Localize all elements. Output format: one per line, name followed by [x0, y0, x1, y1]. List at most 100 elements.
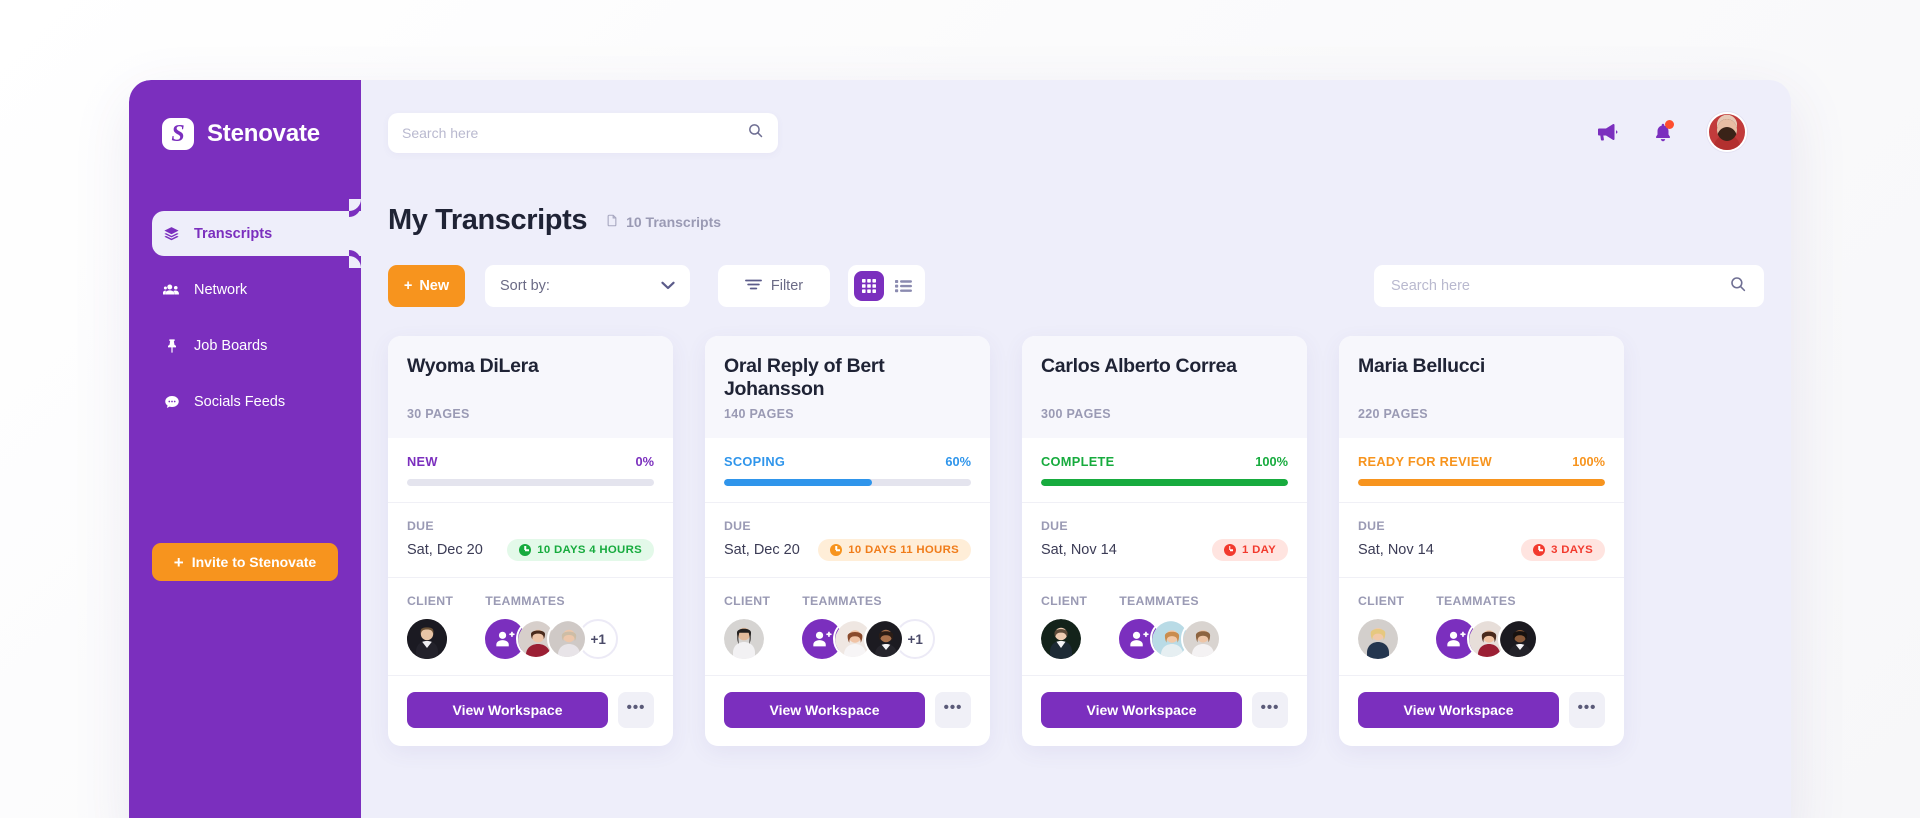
teammates-group: TEAMMATES: [1436, 594, 1539, 659]
card-header: Maria Bellucci 220 PAGES: [1339, 336, 1624, 438]
new-button[interactable]: + New: [388, 265, 465, 307]
plus-icon: +: [173, 552, 184, 572]
transcript-card[interactable]: Carlos Alberto Correa 300 PAGES COMPLETE…: [1022, 336, 1307, 747]
card-status-section: NEW 0%: [388, 438, 673, 503]
card-due-section: DUE Sat, Nov 14 1 DAY: [1022, 503, 1307, 578]
progress-bar-track: [1041, 479, 1288, 486]
teammates-label: TEAMMATES: [485, 594, 565, 608]
status-label: COMPLETE: [1041, 454, 1115, 469]
client-avatar[interactable]: [1041, 619, 1081, 659]
card-pages: 220 PAGES: [1358, 407, 1428, 421]
page-title: My Transcripts: [388, 204, 588, 236]
teammate-avatars: [1436, 619, 1539, 659]
status-label: NEW: [407, 454, 438, 469]
client-label: CLIENT: [724, 594, 771, 609]
search-icon: [1729, 275, 1747, 298]
top-bar-icons: [1595, 112, 1747, 152]
transcript-count: 10 Transcripts: [605, 212, 721, 232]
teammate-avatar[interactable]: [1181, 619, 1222, 659]
card-title: Maria Bellucci: [1358, 355, 1485, 377]
sidebar-nav: Transcripts Network Job Boards Socials F…: [129, 199, 361, 424]
due-label: DUE: [1041, 519, 1068, 533]
user-avatar[interactable]: [1707, 112, 1747, 152]
list-view-button[interactable]: [888, 271, 918, 301]
grid-view-button[interactable]: [854, 271, 884, 301]
global-search-input[interactable]: [402, 125, 747, 141]
view-workspace-button[interactable]: View Workspace: [1358, 692, 1559, 728]
more-options-button[interactable]: •••: [1569, 692, 1605, 728]
countdown-label: 1 DAY: [1241, 544, 1276, 556]
status-percent: 100%: [1255, 454, 1288, 469]
client-avatar[interactable]: [724, 619, 764, 660]
card-footer: View Workspace •••: [1022, 676, 1307, 746]
invite-to-stenovate-button[interactable]: + Invite to Stenovate: [152, 543, 338, 581]
card-people-section: CLIENT TEAMMATES: [1022, 578, 1307, 676]
more-options-button[interactable]: •••: [935, 692, 971, 729]
invite-label: Invite to Stenovate: [191, 554, 317, 570]
teammate-avatar[interactable]: [547, 619, 588, 659]
teammate-avatar[interactable]: [1498, 619, 1539, 659]
bell-icon[interactable]: [1652, 119, 1674, 144]
progress-bar-track: [1358, 479, 1605, 486]
clock-icon: [519, 544, 532, 556]
teammates-label: TEAMMATES: [1436, 594, 1516, 608]
status-label: SCOPING: [724, 454, 786, 470]
due-date: Sat, Nov 14: [1041, 542, 1117, 558]
card-pages: 30 PAGES: [407, 407, 470, 421]
view-workspace-button[interactable]: View Workspace: [724, 692, 925, 729]
teammate-avatar[interactable]: [864, 619, 905, 660]
view-workspace-button[interactable]: View Workspace: [1041, 692, 1242, 728]
layers-icon: [162, 225, 181, 242]
transcript-card[interactable]: Maria Bellucci 220 PAGES READY FOR REVIE…: [1339, 336, 1624, 747]
sidebar-item-network[interactable]: Network: [129, 267, 361, 312]
transcripts-search-input[interactable]: [1391, 278, 1729, 294]
sort-by-dropdown[interactable]: Sort by:: [485, 265, 690, 307]
chevron-down-icon: [661, 278, 675, 294]
card-status-section: READY FOR REVIEW 100%: [1339, 438, 1624, 503]
teammate-avatars: +1: [802, 619, 936, 660]
countdown-label: 10 DAYS 11 HOURS: [848, 544, 959, 557]
sidebar-item-socials-feeds[interactable]: Socials Feeds: [129, 379, 361, 424]
transcript-count-label: 10 Transcripts: [626, 214, 722, 230]
global-search[interactable]: [388, 113, 778, 153]
filter-button[interactable]: Filter: [718, 265, 830, 307]
card-footer: View Workspace •••: [1339, 676, 1624, 746]
sidebar-item-job-boards[interactable]: Job Boards: [129, 323, 361, 368]
transcripts-search[interactable]: [1374, 265, 1764, 307]
card-people-section: CLIENT TEAMMATES: [388, 578, 673, 676]
client-group: CLIENT: [407, 594, 453, 659]
transcript-card[interactable]: Oral Reply of Bert Johansson 140 PAGES S…: [705, 336, 990, 747]
more-options-button[interactable]: •••: [1252, 692, 1288, 728]
sidebar-item-label: Job Boards: [194, 337, 268, 354]
card-pages: 300 PAGES: [1041, 407, 1111, 421]
top-bar: [361, 80, 1791, 198]
page-header: My Transcripts 10 Transcripts: [361, 198, 1791, 237]
countdown-badge: 3 DAYS: [1521, 539, 1605, 561]
progress-bar-fill: [724, 479, 873, 487]
clock-icon: [830, 544, 843, 557]
teammates-label: TEAMMATES: [1119, 594, 1199, 608]
countdown-label: 10 DAYS 4 HOURS: [537, 544, 642, 556]
megaphone-icon[interactable]: [1595, 120, 1619, 144]
sidebar-item-label: Transcripts: [194, 225, 273, 242]
view-workspace-button[interactable]: View Workspace: [407, 692, 608, 728]
sort-by-label: Sort by:: [500, 278, 550, 294]
sidebar-item-transcripts[interactable]: Transcripts: [152, 199, 361, 268]
new-label: New: [419, 278, 450, 294]
client-avatar[interactable]: [407, 619, 447, 659]
card-header: Carlos Alberto Correa 300 PAGES: [1022, 336, 1307, 438]
teammate-avatars: [1119, 619, 1222, 659]
teammates-group: TEAMMATES: [1119, 594, 1222, 659]
brand-mark-icon: S: [162, 118, 194, 150]
filter-icon: [744, 278, 762, 295]
card-due-section: DUE Sat, Nov 14 3 DAYS: [1339, 503, 1624, 578]
transcript-card[interactable]: Wyoma DiLera 30 PAGES NEW 0% DUE Sat, De…: [388, 336, 673, 747]
client-avatar[interactable]: [1358, 619, 1398, 659]
more-options-button[interactable]: •••: [618, 692, 654, 728]
clock-icon: [1533, 544, 1546, 556]
progress-bar-fill: [1358, 479, 1605, 486]
due-label: DUE: [407, 519, 434, 533]
card-title: Oral Reply of Bert Johansson: [724, 355, 885, 400]
card-status-section: SCOPING 60%: [705, 438, 990, 504]
people-icon: [162, 281, 181, 299]
